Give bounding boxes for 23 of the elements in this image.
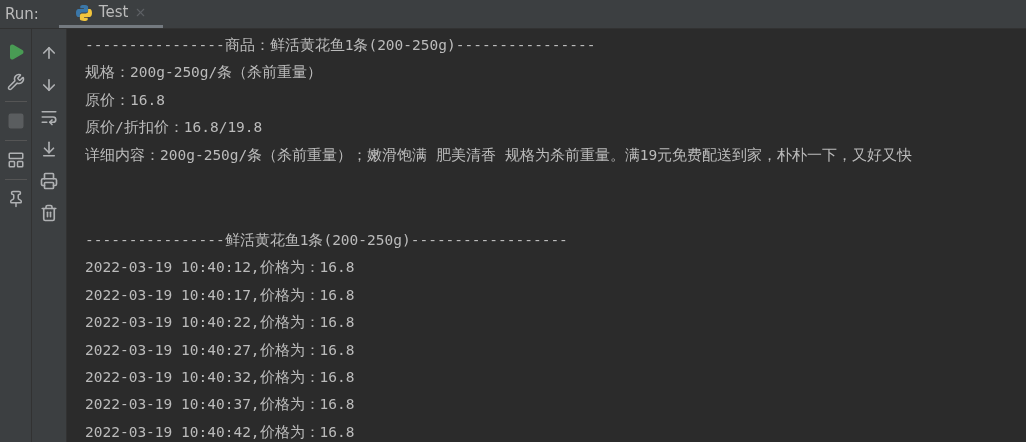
- console-line: 2022-03-19 10:40:17,价格为：16.8: [85, 285, 355, 305]
- console-line: 2022-03-19 10:40:42,价格为：16.8: [85, 422, 355, 442]
- console-line: ----------------鲜活黄花鱼1条(200-250g)------------------: [85, 231, 568, 251]
- down-arrow-icon[interactable]: [40, 76, 58, 94]
- console-line: 2022-03-19 10:40:32,价格为：16.8: [85, 368, 355, 388]
- console-line: 2022-03-19 10:40:27,价格为：16.8: [85, 340, 355, 360]
- layout-icon[interactable]: [6, 151, 25, 169]
- console-line: 规格：200g-250g/条（杀前重量）: [85, 63, 323, 83]
- console-line: ----------------商品：鲜活黄花鱼1条(200-250g)----------------: [85, 36, 596, 55]
- python-logo-icon: [74, 3, 93, 22]
- wrench-icon[interactable]: [6, 73, 25, 91]
- console-line: 原价/折扣价：16.8/19.8: [85, 118, 263, 138]
- console-line: 详细内容：200g-250g/条（杀前重量）；嫩滑饱满 肥美清香 规格为杀前重量。满19元免费配送到家，朴朴一下，又好又快: [85, 145, 913, 165]
- console-line: 原价：16.8: [85, 90, 165, 110]
- console-line: 2022-03-19 10:40:12,价格为：16.8: [85, 258, 355, 278]
- tab-label: Test: [98, 2, 129, 24]
- run-label: Run:: [4, 3, 40, 25]
- scroll-to-end-icon[interactable]: [40, 140, 58, 158]
- console-line: 2022-03-19 10:40:37,价格为：16.8: [85, 395, 355, 415]
- console-line: 2022-03-19 10:40:22,价格为：16.8: [85, 313, 355, 333]
- print-icon[interactable]: [40, 172, 58, 190]
- trash-icon[interactable]: [40, 204, 58, 222]
- soft-wrap-icon[interactable]: [40, 108, 58, 126]
